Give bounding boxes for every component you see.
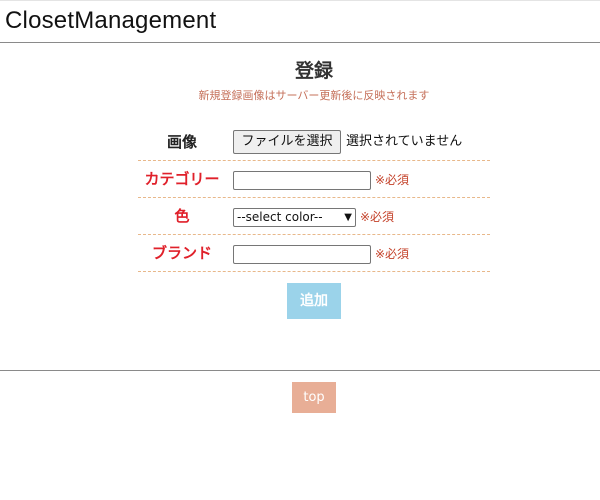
add-button[interactable]: 追加 [287, 283, 341, 319]
file-status-text: 選択されていません [346, 134, 463, 149]
color-select[interactable]: --select color-- ▼ [233, 208, 356, 227]
top-button[interactable]: top [292, 382, 336, 413]
category-required-note: ※必須 [375, 173, 410, 187]
chevron-down-icon: ▼ [344, 212, 352, 223]
brand-required-note: ※必須 [375, 247, 410, 261]
image-label: 画像 [166, 133, 197, 151]
footer-divider [0, 370, 600, 371]
brand-label: ブランド [151, 244, 212, 262]
form-row-image: 画像 ファイルを選択 選択されていません [138, 124, 490, 161]
color-label: 色 [174, 207, 190, 225]
app-header: ClosetManagement [0, 1, 600, 43]
category-label: カテゴリー [144, 170, 220, 188]
registration-form: 画像 ファイルを選択 選択されていません カテゴリー ※必須 色 --selec… [138, 124, 490, 272]
app-title[interactable]: ClosetManagement [5, 7, 216, 35]
page-title: 登録 [294, 60, 333, 82]
category-input[interactable] [233, 171, 371, 190]
form-row-category: カテゴリー ※必須 [138, 161, 490, 198]
update-notice: 新規登録画像はサーバー更新後に反映されます [198, 89, 430, 102]
color-required-note: ※必須 [360, 210, 395, 224]
form-row-color: 色 --select color-- ▼ ※必須 [138, 198, 490, 235]
color-select-value: --select color-- [237, 210, 323, 224]
file-select-button[interactable]: ファイルを選択 [233, 130, 341, 154]
form-row-brand: ブランド ※必須 [138, 235, 490, 272]
brand-input[interactable] [233, 245, 371, 264]
